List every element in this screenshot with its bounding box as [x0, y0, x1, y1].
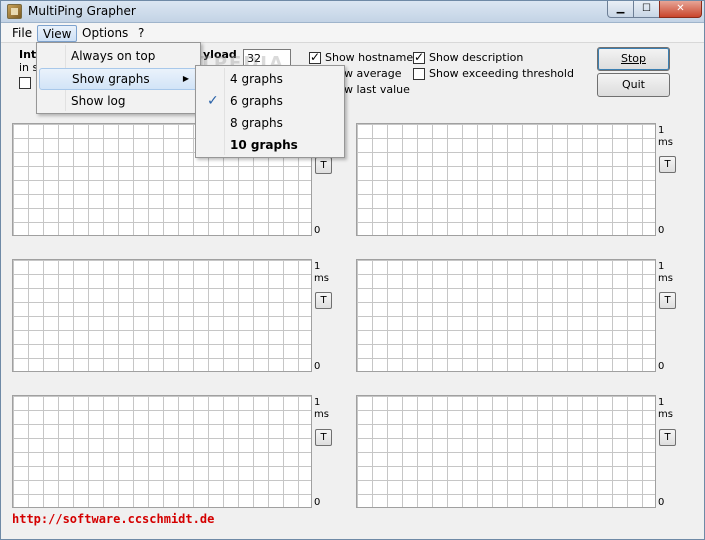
graph-6-threshold-button[interactable]: T — [659, 429, 676, 446]
stop-button[interactable]: Stop — [597, 47, 670, 71]
ping-graph-6 — [356, 395, 656, 508]
show-graphs-label: Show graphs — [72, 72, 150, 86]
graph-1-threshold-button[interactable]: T — [315, 157, 332, 174]
quit-button-label: Quit — [622, 78, 645, 91]
menu-bar: File View Options ? — [1, 23, 704, 43]
menu-item-always-on-top[interactable]: Always on top — [39, 45, 198, 67]
show-description-checkbox[interactable] — [413, 50, 425, 64]
graph-4-min-label: 0 — [658, 361, 665, 372]
website-link[interactable]: http://software.ccschmidt.de — [12, 512, 214, 526]
title-bar[interactable]: MultiPing Grapher ▁ ☐ ✕ — [1, 1, 704, 23]
show-hostnames-checkbox[interactable] — [309, 50, 321, 64]
menu-item-6-graphs[interactable]: ✓ 6 graphs — [198, 90, 342, 112]
graph-6-max-label: 1 — [658, 397, 665, 408]
submenu-arrow-icon: ▶ — [182, 74, 189, 83]
stop-button-label: Stop — [620, 52, 646, 65]
interval-checkbox[interactable] — [19, 77, 31, 89]
minimize-icon: ▁ — [616, 3, 625, 14]
graph-3-unit-label: ms — [314, 273, 329, 284]
menu-item-show-log[interactable]: Show log — [39, 90, 198, 112]
menu-view[interactable]: View — [37, 25, 78, 42]
opt-8-graphs-label: 8 graphs — [230, 116, 283, 130]
maximize-button[interactable]: ☐ — [633, 1, 660, 18]
app-icon[interactable] — [7, 4, 22, 19]
graph-5-threshold-button[interactable]: T — [315, 429, 332, 446]
ping-graph-5 — [12, 395, 312, 508]
opt-6-graphs-label: 6 graphs — [230, 94, 283, 108]
show-hostnames-label: Show hostnames — [325, 51, 419, 64]
graph-5-unit-label: ms — [314, 409, 329, 420]
graph-5-max-label: 1 — [314, 397, 321, 408]
menu-item-10-graphs[interactable]: 10 graphs — [198, 134, 342, 156]
graphs-submenu: 4 graphs ✓ 6 graphs 8 graphs 10 graphs — [195, 65, 345, 158]
show-log-label: Show log — [71, 94, 126, 108]
graph-2-max-label: 1 — [658, 125, 665, 136]
menu-item-8-graphs[interactable]: 8 graphs — [198, 112, 342, 134]
show-description-label: Show description — [429, 51, 524, 64]
quit-button[interactable]: Quit — [597, 73, 670, 97]
show-exceeding-threshold-checkbox[interactable] — [413, 68, 425, 80]
menu-options[interactable]: Options — [77, 25, 133, 42]
menu-item-4-graphs[interactable]: 4 graphs — [198, 68, 342, 90]
interval-label: Int — [19, 48, 37, 61]
graph-3-min-label: 0 — [314, 361, 321, 372]
show-exceeding-threshold-label: Show exceeding threshold — [429, 67, 574, 80]
graph-2-min-label: 0 — [658, 225, 665, 236]
graph-4-threshold-button[interactable]: T — [659, 292, 676, 309]
graph-2-threshold-button[interactable]: T — [659, 156, 676, 173]
graph-1-min-label: 0 — [314, 225, 321, 236]
close-icon: ✕ — [676, 3, 685, 14]
graph-3-threshold-button[interactable]: T — [315, 292, 332, 309]
opt-10-graphs-label: 10 graphs — [230, 138, 298, 152]
graph-4-max-label: 1 — [658, 261, 665, 272]
window-title: MultiPing Grapher — [28, 4, 136, 18]
menu-help[interactable]: ? — [133, 25, 149, 42]
always-on-top-label: Always on top — [71, 49, 156, 63]
menu-item-show-graphs[interactable]: Show graphs ▶ — [39, 68, 198, 90]
graph-6-unit-label: ms — [658, 409, 673, 420]
ping-graph-4 — [356, 259, 656, 372]
close-button[interactable]: ✕ — [659, 1, 702, 18]
graph-5-min-label: 0 — [314, 497, 321, 508]
menu-file[interactable]: File — [7, 25, 37, 42]
graph-2-unit-label: ms — [658, 137, 673, 148]
opt-4-graphs-label: 4 graphs — [230, 72, 283, 86]
graph-6-min-label: 0 — [658, 497, 665, 508]
show-last-value-label: w last value — [344, 83, 410, 96]
minimize-button[interactable]: ▁ — [607, 1, 634, 18]
graph-4-unit-label: ms — [658, 273, 673, 284]
ping-graph-2 — [356, 123, 656, 236]
view-menu-dropdown: Always on top Show graphs ▶ Show log — [36, 42, 201, 114]
checkmark-icon: ✓ — [207, 93, 219, 109]
maximize-icon: ☐ — [642, 3, 651, 14]
app-window: MultiPing Grapher ▁ ☐ ✕ File View Option… — [0, 0, 705, 540]
show-average-label: w average — [344, 67, 402, 80]
ping-graph-3 — [12, 259, 312, 372]
graph-3-max-label: 1 — [314, 261, 321, 272]
